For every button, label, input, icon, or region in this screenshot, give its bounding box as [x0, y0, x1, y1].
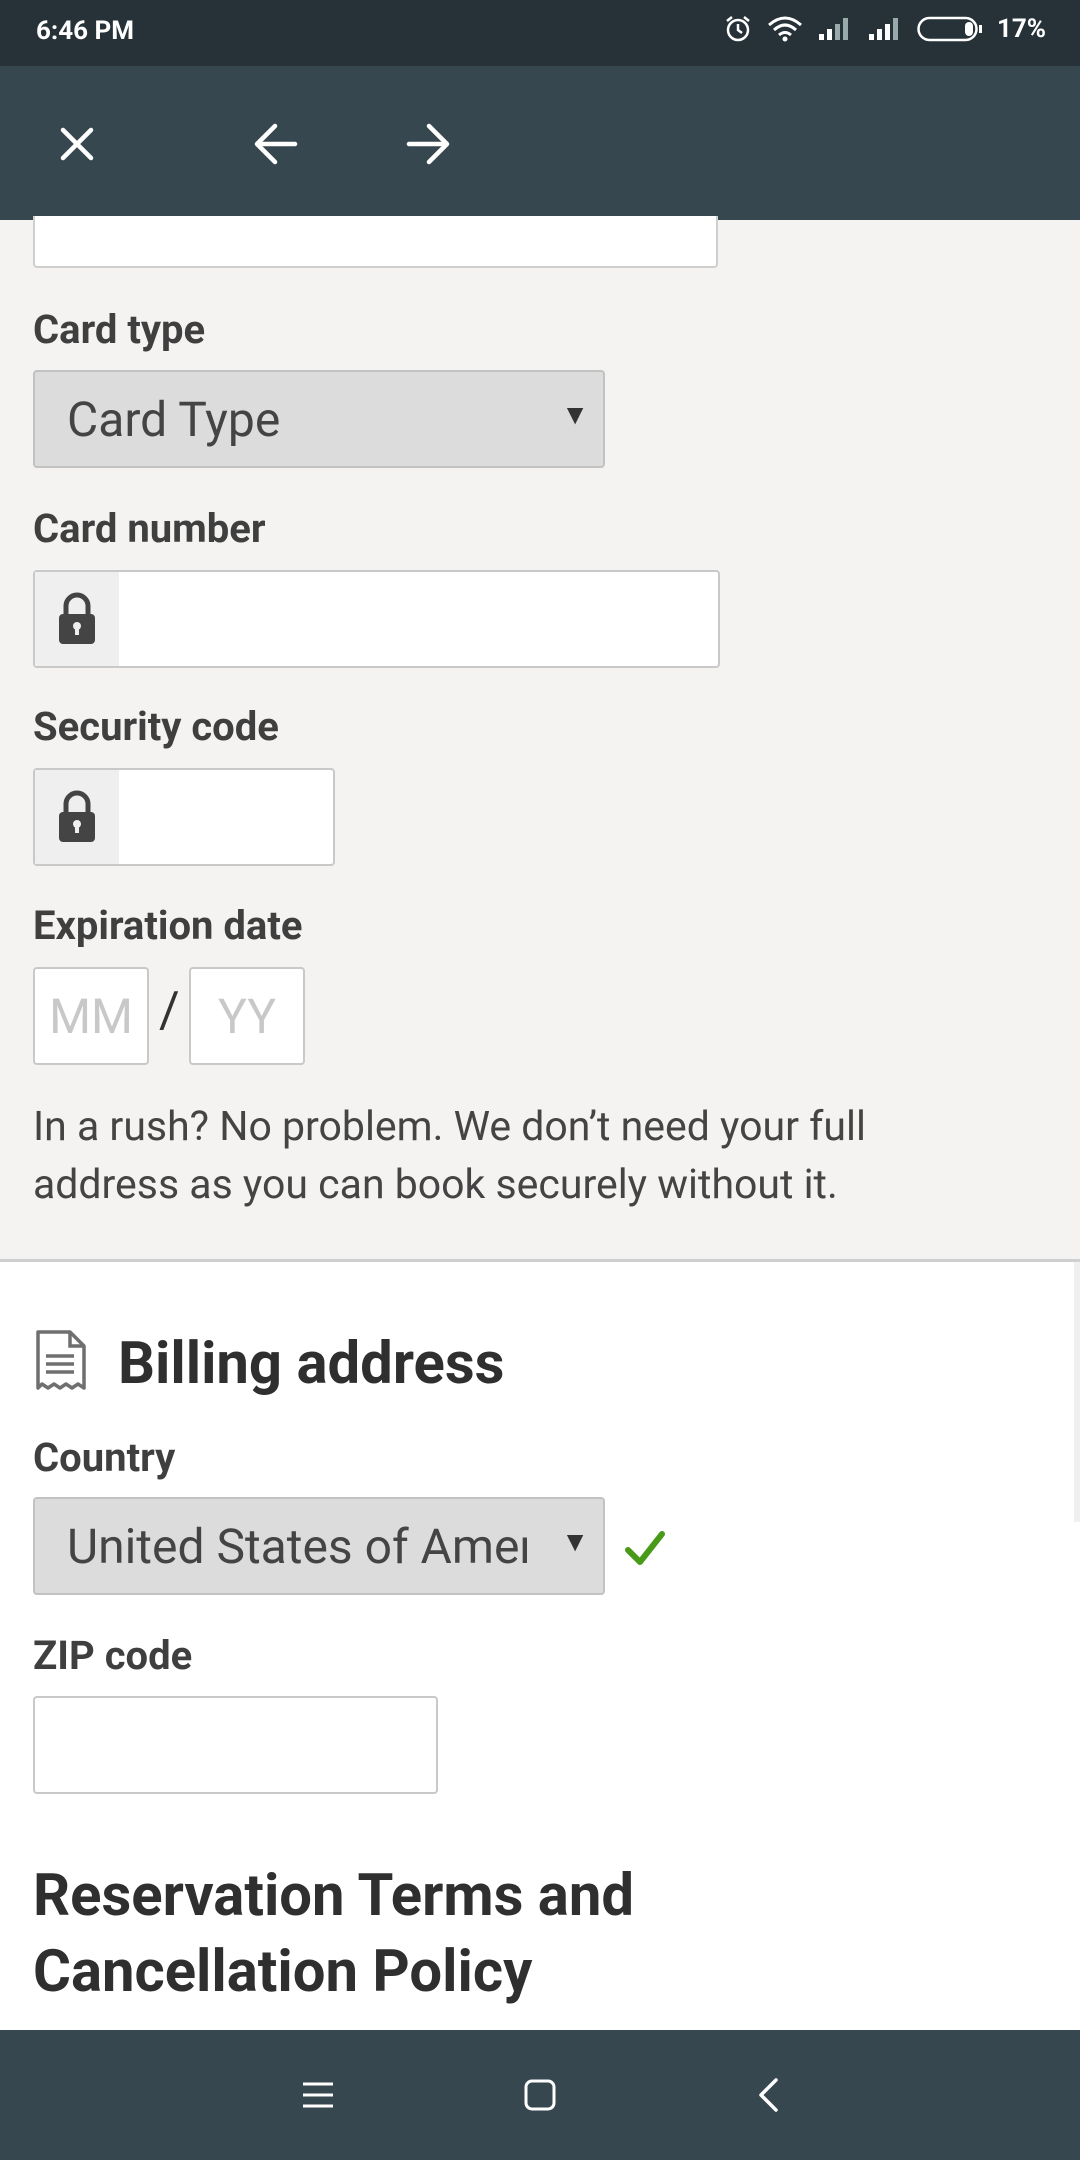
- rush-info-text: In a rush? No problem. We don’t need you…: [33, 1103, 866, 1209]
- close-icon: [60, 127, 94, 161]
- arrow-left-icon: [254, 123, 298, 165]
- browser-toolbar: [0, 66, 1080, 220]
- card-type-select[interactable]: Card Type ▼: [33, 370, 605, 468]
- exp-year-input[interactable]: YY: [189, 967, 305, 1065]
- status-time: 6:46 PM: [36, 16, 135, 46]
- security-code-label: Security code: [33, 703, 279, 750]
- card-number-input[interactable]: [33, 570, 720, 668]
- close-button[interactable]: [45, 112, 109, 176]
- card-type-value: Card Type: [67, 390, 281, 448]
- exp-separator: /: [159, 982, 180, 1040]
- dropdown-arrow-icon: ▼: [561, 398, 589, 431]
- cardholder-name-input[interactable]: [33, 216, 718, 268]
- back-chevron-icon: [759, 2078, 778, 2112]
- alarm-icon: [726, 16, 750, 42]
- country-select[interactable]: United States of America ▼: [33, 1497, 605, 1595]
- expiration-date-label: Expiration date: [33, 902, 303, 949]
- scrollbar[interactable]: [1074, 1262, 1080, 1522]
- exp-month-input[interactable]: MM: [33, 967, 149, 1065]
- exp-year-placeholder: YY: [217, 987, 277, 1045]
- signal-icon: [868, 18, 898, 40]
- menu-icon: [303, 2082, 333, 2108]
- back-button[interactable]: [243, 112, 307, 176]
- wifi-icon: [767, 16, 802, 42]
- country-value: United States of America: [67, 1517, 527, 1575]
- system-nav-bar: [0, 2030, 1080, 2160]
- battery-percent: 17%: [996, 14, 1046, 44]
- billing-address-title: Billing address: [118, 1330, 505, 1398]
- lock-icon: [59, 592, 95, 644]
- dropdown-arrow-icon: ▼: [561, 1525, 589, 1558]
- system-back-button[interactable]: [738, 2065, 798, 2125]
- security-code-input[interactable]: [33, 768, 335, 866]
- lock-box: [35, 770, 119, 864]
- check-icon: [625, 1531, 665, 1565]
- receipt-icon: [36, 1330, 86, 1390]
- check-icon-wrapper: [624, 1528, 666, 1572]
- forward-button[interactable]: [397, 112, 461, 176]
- battery-icon: [917, 16, 982, 42]
- exp-month-placeholder: MM: [49, 987, 133, 1045]
- terms-title: Reservation Terms and Cancellation Polic…: [33, 1862, 634, 2006]
- lock-box: [35, 572, 119, 666]
- home-square-icon: [524, 2079, 556, 2111]
- card-number-label: Card number: [33, 505, 266, 552]
- status-icons: 17%: [723, 14, 1046, 44]
- zip-code-label: ZIP code: [33, 1632, 193, 1679]
- arrow-right-icon: [406, 123, 450, 165]
- card-type-label: Card type: [33, 306, 206, 353]
- country-label: Country: [33, 1434, 176, 1481]
- signal-icon: [818, 18, 848, 40]
- lock-icon: [59, 790, 95, 842]
- zip-code-input[interactable]: [33, 1696, 438, 1794]
- status-bar: 6:46 PM 17%: [0, 0, 1080, 66]
- receipt-icon-wrapper: [34, 1330, 88, 1400]
- menu-button[interactable]: [288, 2065, 348, 2125]
- home-button[interactable]: [510, 2065, 570, 2125]
